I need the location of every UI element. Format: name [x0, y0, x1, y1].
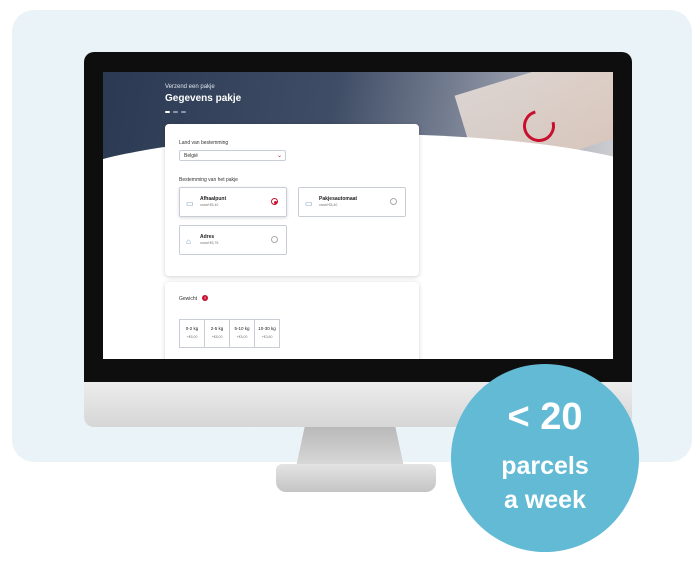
weight-range: 10-30 kg — [258, 326, 276, 331]
badge-period: a week — [503, 486, 586, 514]
weight-price: +€8,00 — [211, 335, 223, 339]
screen: Verzend een pakje Gegevens pakje Land va… — [103, 72, 613, 359]
volume-badge: < 20 parcels a week — [451, 364, 639, 552]
monitor-bezel: Verzend een pakje Gegevens pakje Land va… — [84, 52, 632, 382]
chevron-down-icon: ⌄ — [276, 153, 282, 159]
radio-selected[interactable] — [271, 198, 278, 205]
weight-option[interactable]: 10-30 kg +€3,60 — [254, 319, 280, 348]
badge-number: < 20 — [507, 396, 583, 438]
radio[interactable] — [271, 236, 278, 243]
page-subtitle: Verzend een pakje — [165, 84, 215, 90]
destination-label: Bestemming van het pakje — [179, 177, 238, 183]
step-dot-active — [165, 111, 170, 113]
parcel-locker-icon: ▭ — [305, 199, 313, 208]
step-dot — [173, 111, 178, 113]
weight-option[interactable]: 2-5 kg +€8,00 — [204, 319, 230, 348]
address-icon: ⌂ — [186, 237, 191, 246]
country-value: België — [184, 153, 198, 159]
pickup-point-icon: ▭ — [186, 199, 194, 208]
weight-price: +€3,60 — [261, 335, 273, 339]
option-price: vanaf €5,40 — [200, 203, 219, 207]
option-title: Afhaalpunt — [200, 196, 227, 202]
option-title: Adres — [200, 234, 215, 240]
weight-range: 0-2 kg — [185, 326, 199, 331]
weight-range: 5-10 kg — [234, 326, 250, 331]
weight-label: Gewicht — [179, 296, 198, 302]
weight-price: +€5,00 — [236, 335, 248, 339]
option-adres[interactable]: ⌂ Adres vanaf €5,75 — [179, 225, 287, 255]
option-price: vanaf €5,40 — [319, 203, 338, 207]
page-title: Gegevens pakje — [165, 93, 242, 104]
option-afhaalpunt[interactable]: ▭ Afhaalpunt vanaf €5,40 — [179, 187, 287, 217]
weight-options: 0-2 kg +€5,00 2-5 kg +€8,00 5-10 kg +€5,… — [179, 319, 280, 348]
monitor-stand-base — [276, 464, 436, 492]
weight-card: Gewicht i 0-2 kg +€5,00 2-5 kg +€8,00 5-… — [165, 282, 419, 359]
step-dot — [181, 111, 186, 113]
radio[interactable] — [390, 198, 397, 205]
monitor-stand — [296, 427, 404, 467]
option-price: vanaf €5,75 — [200, 241, 219, 245]
badge-unit: parcels — [501, 452, 589, 480]
weight-option[interactable]: 5-10 kg +€5,00 — [229, 319, 255, 348]
step-indicator — [165, 111, 186, 113]
weight-range: 2-5 kg — [210, 326, 224, 331]
option-pakjesautomaat[interactable]: ▭ Pakjesautomaat vanaf €5,40 — [298, 187, 406, 217]
country-select[interactable]: België ⌄ — [179, 150, 286, 161]
parcel-form-card: Land van bestemming België ⌄ Bestemming … — [165, 124, 419, 276]
option-title: Pakjesautomaat — [319, 196, 358, 202]
info-icon[interactable]: i — [202, 295, 208, 301]
country-label: Land van bestemming — [179, 140, 229, 146]
weight-option[interactable]: 0-2 kg +€5,00 — [179, 319, 205, 348]
weight-price: +€5,00 — [186, 335, 198, 339]
